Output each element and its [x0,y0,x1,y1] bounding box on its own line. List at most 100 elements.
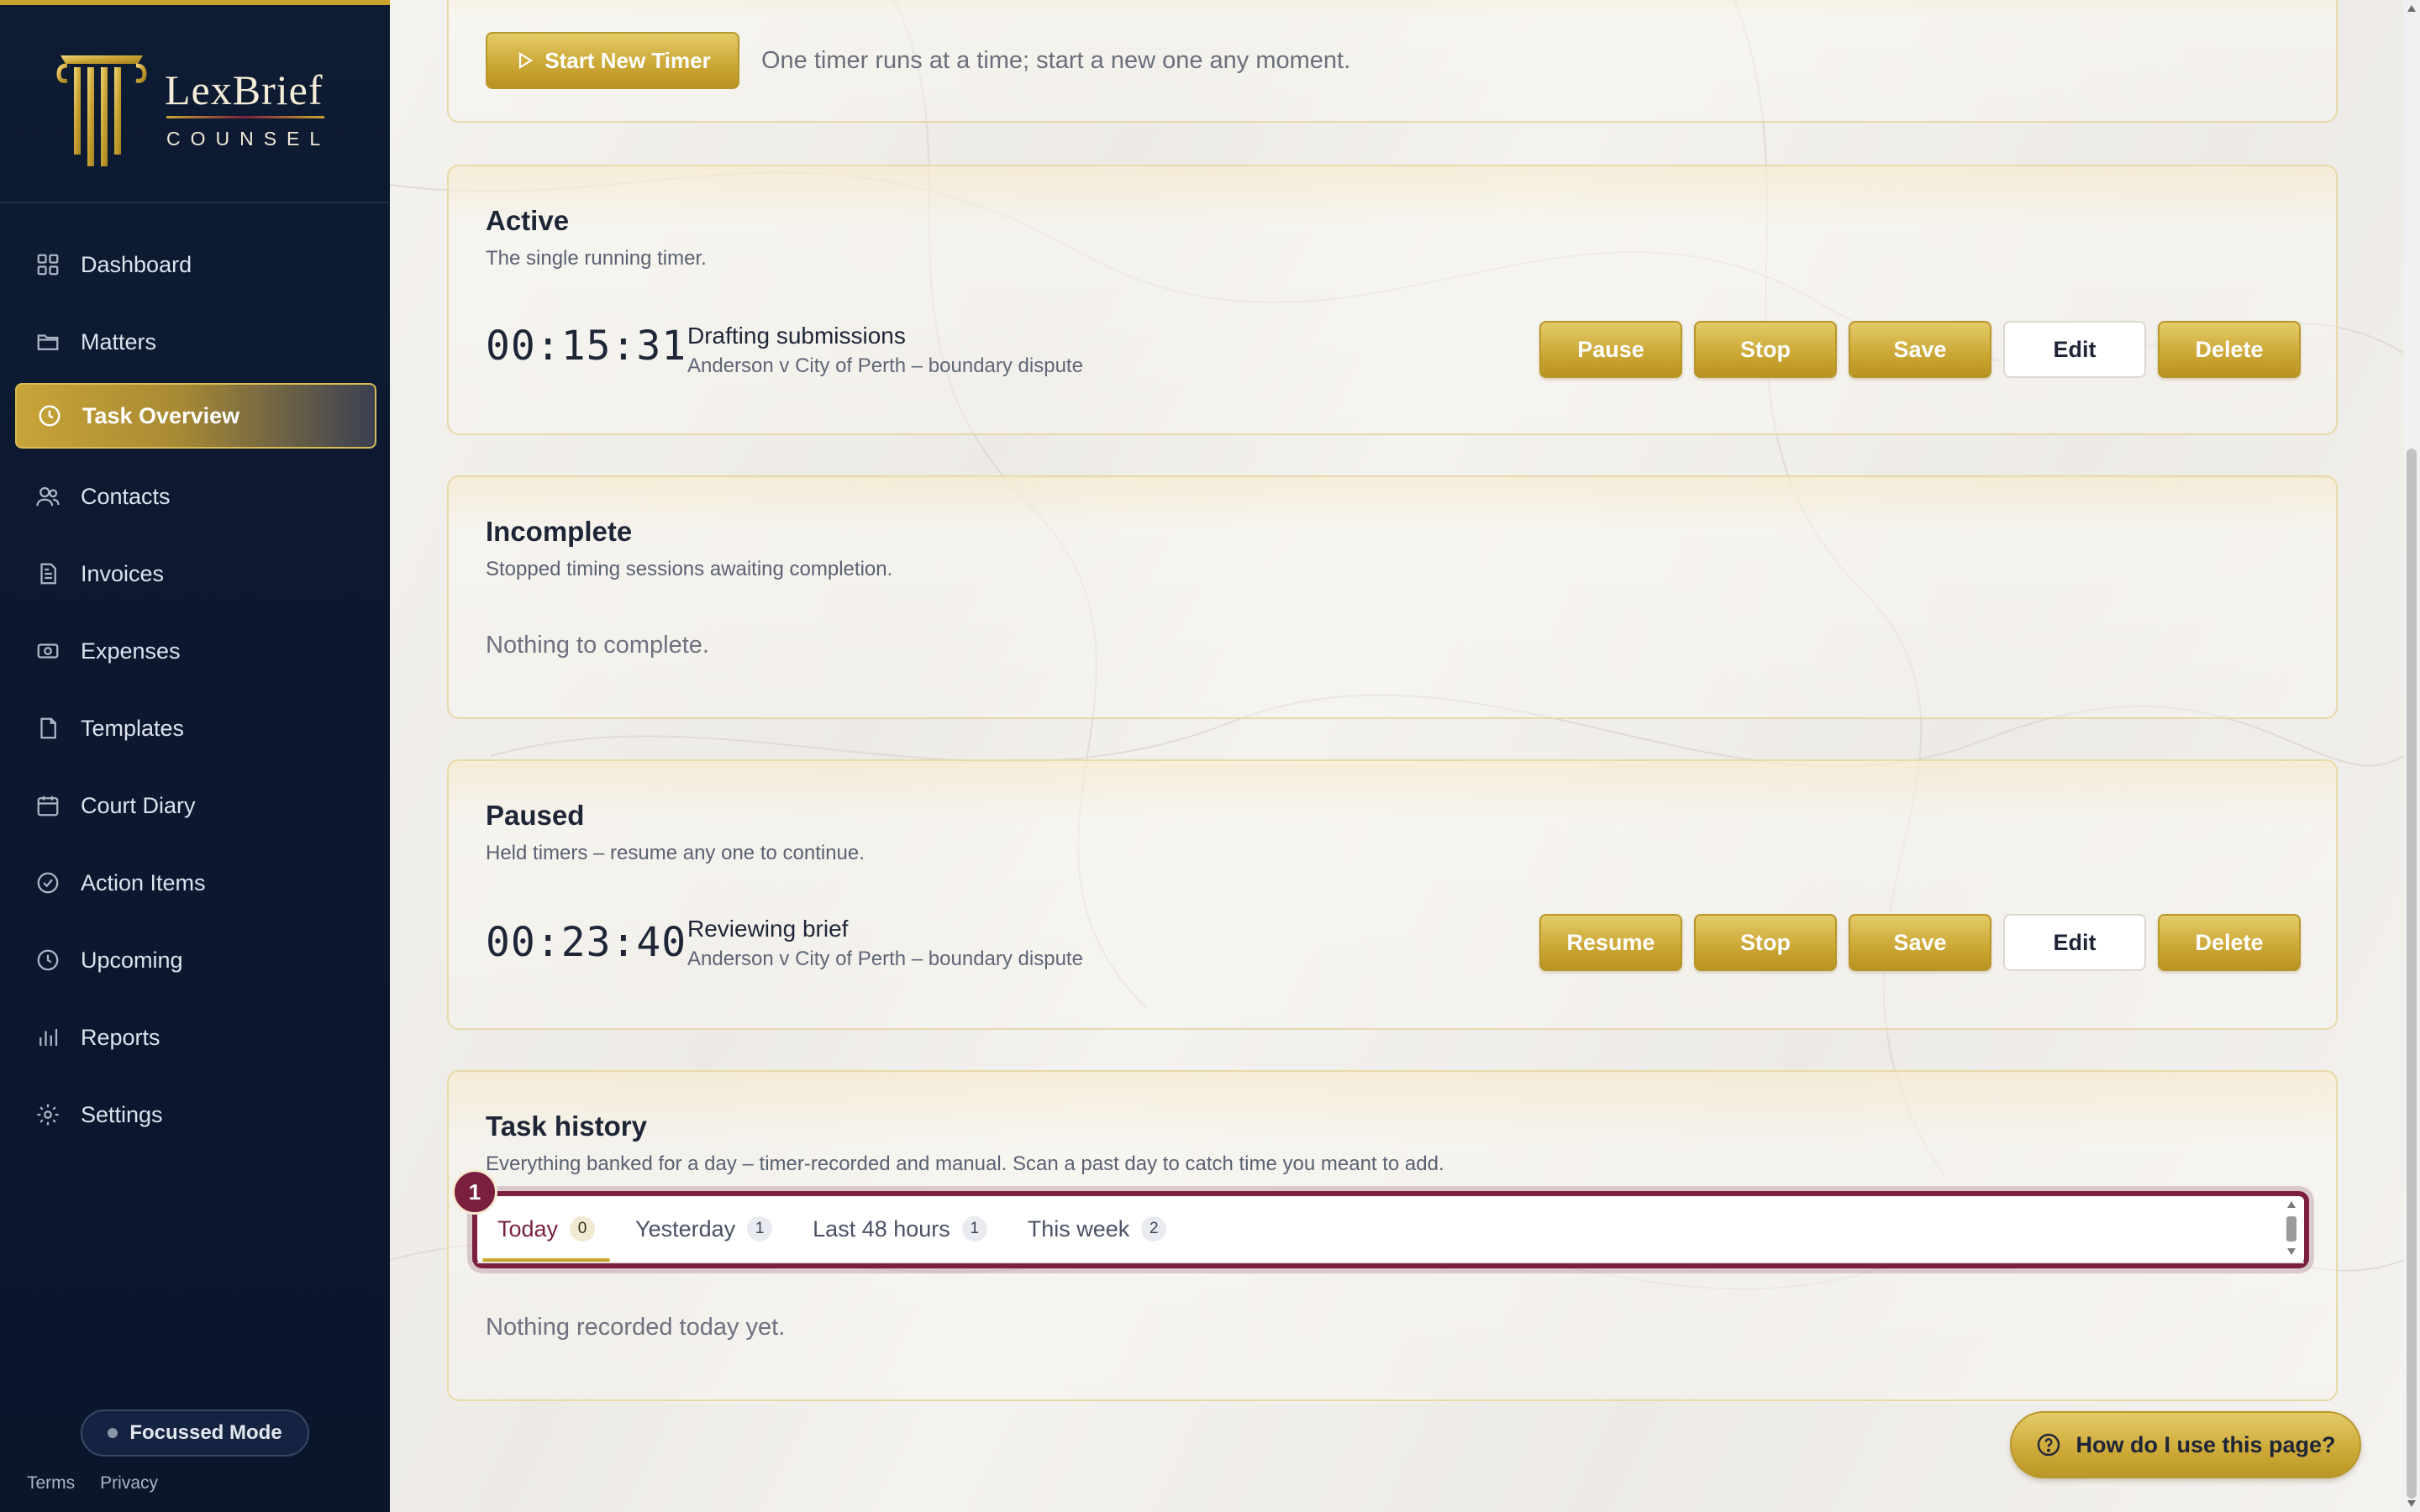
section-title: Task history [486,1110,647,1142]
sidebar-item-templates[interactable]: Templates [15,696,376,761]
tab-label: This week [1027,1215,1130,1242]
focussed-mode-toggle[interactable]: Focussed Mode [81,1410,309,1457]
sidebar-item-label: Upcoming [81,947,183,973]
section-description: Everything banked for a day – timer-reco… [486,1152,1444,1175]
edit-button[interactable]: Edit [2003,914,2146,971]
tab-this-week[interactable]: This week 2 [1007,1196,1187,1262]
check-circle-icon [37,872,59,894]
timer-display: 00:23:40 [486,919,687,966]
tabs-scrollbar[interactable] [2284,1198,2301,1260]
resume-button[interactable]: Resume [1539,914,1682,971]
sidebar-item-label: Matters [81,328,157,354]
sidebar-item-label: Settings [81,1101,163,1127]
section-title: Active [486,205,570,236]
tab-count-badge: 0 [570,1216,596,1242]
sidebar-item-court-diary[interactable]: Court Diary [15,773,376,838]
sidebar-item-label: Invoices [81,560,165,586]
start-timer-card: Start New Timer One timer runs at a time… [447,0,2338,123]
folder-icon [37,334,59,350]
sidebar-item-action-items[interactable]: Action Items [15,850,376,916]
sidebar-item-dashboard[interactable]: Dashboard [15,232,376,297]
sidebar-item-contacts[interactable]: Contacts [15,464,376,529]
timer-display: 00:15:31 [486,323,687,370]
brand-name: LexBrief [165,66,324,113]
tab-last-48-hours[interactable]: Last 48 hours 1 [792,1196,1007,1262]
privacy-link[interactable]: Privacy [100,1473,158,1494]
status-dot-icon [108,1428,118,1438]
history-tabs-highlight: Today 0 Yesterday 1 Last 48 hours 1 This… [472,1191,2309,1268]
tab-label: Today [497,1215,559,1242]
focussed-mode-label: Focussed Mode [129,1421,282,1444]
incomplete-card: Incomplete Stopped timing sessions await… [447,475,2338,719]
grid-icon [37,254,59,276]
tab-label: Yesterday [635,1215,736,1242]
active-card: Active The single running timer. 00:15:3… [447,165,2338,435]
terms-link[interactable]: Terms [27,1473,75,1494]
bar-chart-icon [39,1029,58,1046]
stop-button[interactable]: Stop [1694,321,1837,378]
help-button[interactable]: How do I use this page? [2010,1411,2361,1478]
empty-state: Nothing recorded today yet. [486,1314,786,1341]
save-button[interactable]: Save [1849,321,1991,378]
task-matter: Anderson v City of Perth – boundary disp… [687,354,1083,377]
scroll-up-arrow-icon[interactable] [2287,1201,2296,1208]
task-name: Drafting submissions [687,323,906,349]
sidebar-item-label: Court Diary [81,792,196,818]
scroll-thumb[interactable] [2407,449,2417,1499]
task-matter: Anderson v City of Perth – boundary disp… [687,948,1083,970]
task-history-card: Task history Everything banked for a day… [447,1070,2338,1401]
sidebar-item-expenses[interactable]: Expenses [15,618,376,684]
section-description: The single running timer. [486,247,707,270]
edit-button[interactable]: Edit [2003,321,2146,378]
history-tabs: Today 0 Yesterday 1 Last 48 hours 1 This… [477,1196,2304,1263]
sidebar-item-task-overview[interactable]: Task Overview [15,383,376,449]
pause-button[interactable]: Pause [1539,321,1682,378]
step-number-badge: 1 [452,1169,497,1215]
invoice-icon [40,563,56,585]
scroll-thumb[interactable] [2286,1216,2296,1242]
delete-button[interactable]: Delete [2158,321,2301,378]
paused-card: Paused Held timers – resume any one to c… [447,759,2338,1030]
file-icon [40,717,56,739]
sidebar-item-label: Expenses [81,638,181,664]
brand-subtitle: COUNSEL [166,128,331,150]
brand-divider [166,116,324,118]
tab-count-badge: 1 [747,1216,773,1242]
task-name: Reviewing brief [687,916,849,942]
start-new-timer-button[interactable]: Start New Timer [486,32,739,89]
save-button[interactable]: Save [1849,914,1991,971]
scroll-down-arrow-icon[interactable] [2407,1500,2416,1507]
sidebar-item-upcoming[interactable]: Upcoming [15,927,376,993]
footer-links: Terms Privacy [27,1473,158,1494]
tab-count-badge: 1 [961,1216,987,1242]
pillar-logo-icon [56,55,147,166]
tab-count-badge: 2 [1141,1216,1167,1242]
play-icon [519,52,534,69]
gear-icon [37,1104,59,1126]
page-scrollbar[interactable] [2403,0,2420,1512]
stop-button[interactable]: Stop [1694,914,1837,971]
sidebar-item-label: Action Items [81,869,206,895]
logo: LexBrief COUNSEL [0,10,390,203]
tab-today[interactable]: Today 0 [477,1196,615,1262]
scroll-up-arrow-icon[interactable] [2407,5,2416,12]
tab-yesterday[interactable]: Yesterday 1 [615,1196,792,1262]
tab-label: Last 48 hours [813,1215,950,1242]
sidebar-item-label: Contacts [81,483,171,509]
sidebar-item-label: Templates [81,715,185,741]
sidebar: LexBrief COUNSEL Dashboard Matters Task … [0,0,390,1512]
sidebar-item-reports[interactable]: Reports [15,1005,376,1070]
sidebar-item-label: Reports [81,1024,160,1050]
section-title: Paused [486,800,585,831]
banknote-icon [37,643,59,659]
delete-button[interactable]: Delete [2158,914,2301,971]
scroll-down-arrow-icon[interactable] [2287,1248,2296,1255]
sidebar-item-settings[interactable]: Settings [15,1082,376,1147]
sidebar-item-label: Task Overview [82,402,240,428]
sidebar-item-label: Dashboard [81,251,192,277]
sidebar-item-matters[interactable]: Matters [15,309,376,375]
sidebar-item-invoices[interactable]: Invoices [15,541,376,606]
calendar-icon [37,795,59,816]
section-description: Held timers – resume any one to continue… [486,842,865,864]
start-timer-hint: One timer runs at a time; start a new on… [761,47,1351,74]
